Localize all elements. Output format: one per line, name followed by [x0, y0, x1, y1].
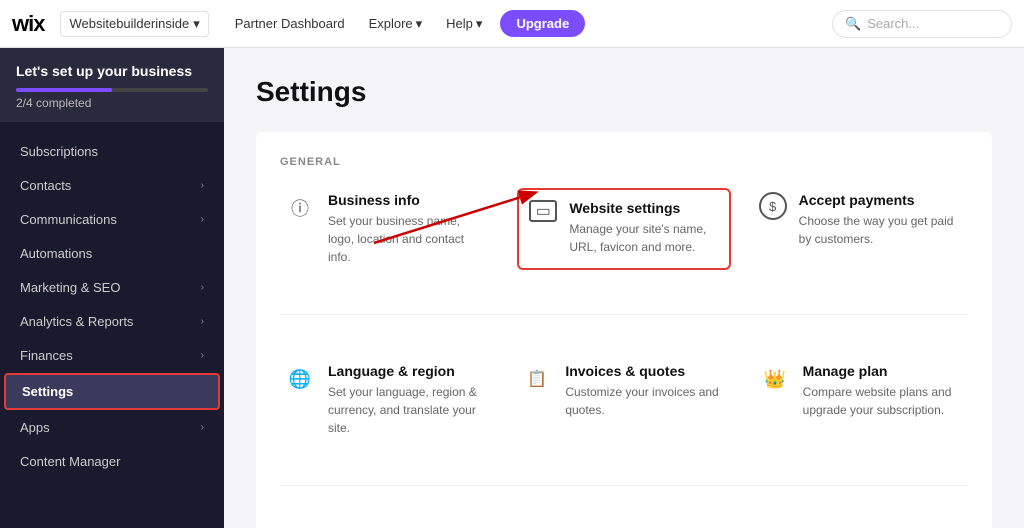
item-title: Invoices & quotes [565, 363, 726, 379]
chevron-right-icon: › [201, 316, 204, 327]
settings-item-business-info[interactable]: ⓘ Business info Set your business name, … [280, 188, 493, 270]
settings-item-manage-plan[interactable]: 👑 Manage plan Compare website plans and … [755, 359, 968, 441]
item-desc: Customize your invoices and quotes. [565, 383, 726, 419]
nav-links: Partner Dashboard Explore ▾ Help ▾ [225, 10, 493, 38]
search-icon: 🔍 [845, 16, 861, 32]
chevron-right-icon: › [201, 422, 204, 433]
item-title: Language & region [328, 363, 489, 379]
setup-title: Let's set up your business [16, 62, 208, 80]
chevron-right-icon: › [201, 282, 204, 293]
chevron-right-icon: › [201, 180, 204, 191]
settings-grid: ⓘ Business info Set your business name, … [280, 188, 968, 528]
setup-section[interactable]: Let's set up your business 2/4 completed [0, 48, 224, 122]
divider [280, 314, 968, 315]
sidebar: Let's set up your business 2/4 completed… [0, 48, 224, 528]
sidebar-item-automations[interactable]: Automations [4, 237, 220, 270]
item-desc: Set your language, region & currency, an… [328, 383, 489, 437]
sidebar-item-subscriptions[interactable]: Subscriptions [4, 135, 220, 168]
wix-logo: wix [12, 11, 44, 37]
sidebar-item-analytics-reports[interactable]: Analytics & Reports › [4, 305, 220, 338]
item-title: Business info [328, 192, 489, 208]
explore-chevron-icon: ▾ [416, 16, 423, 32]
payments-icon: $ [759, 192, 787, 220]
setup-count: 2/4 completed [16, 96, 208, 110]
top-navigation: wix Websitebuilderinside ▾ Partner Dashb… [0, 0, 1024, 48]
main-content: Settings GENERAL ⓘ Business info Set you… [224, 48, 1024, 528]
settings-card: GENERAL ⓘ Business info Set your busines… [256, 132, 992, 528]
sidebar-menu: Subscriptions Contacts › Communications … [0, 130, 224, 483]
divider-2 [280, 485, 968, 486]
explore-link[interactable]: Explore ▾ [359, 10, 433, 38]
setup-progress-bar [16, 88, 208, 92]
setup-progress-fill [16, 88, 112, 92]
sidebar-item-contacts[interactable]: Contacts › [4, 169, 220, 202]
page-title: Settings [256, 76, 992, 108]
item-desc: Choose the way you get paid by customers… [799, 212, 964, 248]
sidebar-item-communications[interactable]: Communications › [4, 203, 220, 236]
item-title: Manage plan [803, 363, 964, 379]
search-placeholder: Search... [867, 16, 919, 31]
globe-icon: 🌐 [284, 363, 316, 395]
item-desc: Set your business name, logo, location a… [328, 212, 489, 266]
site-selector[interactable]: Websitebuilderinside ▾ [60, 11, 208, 37]
item-title: Website settings [569, 200, 718, 216]
browser-icon: ▭ [529, 200, 557, 222]
chevron-right-icon: › [201, 214, 204, 225]
settings-item-language-region[interactable]: 🌐 Language & region Set your language, r… [280, 359, 493, 441]
sidebar-item-finances[interactable]: Finances › [4, 339, 220, 372]
invoice-icon: 📋 [521, 363, 553, 395]
site-name: Websitebuilderinside [69, 16, 189, 31]
chevron-right-icon: › [201, 350, 204, 361]
help-chevron-icon: ▾ [476, 16, 483, 32]
item-desc: Compare website plans and upgrade your s… [803, 383, 964, 419]
settings-item-invoices-quotes[interactable]: 📋 Invoices & quotes Customize your invoi… [517, 359, 730, 441]
sidebar-item-apps[interactable]: Apps › [4, 411, 220, 444]
upgrade-button[interactable]: Upgrade [500, 10, 585, 37]
sidebar-item-settings[interactable]: Settings [4, 373, 220, 410]
help-link[interactable]: Help ▾ [436, 10, 492, 38]
settings-item-accept-payments[interactable]: $ Accept payments Choose the way you get… [755, 188, 968, 270]
chevron-down-icon: ▾ [193, 16, 200, 32]
info-icon: ⓘ [284, 192, 316, 224]
item-desc: Manage your site's name, URL, favicon an… [569, 220, 718, 256]
crown-icon: 👑 [759, 363, 791, 395]
section-label: GENERAL [280, 156, 968, 168]
item-title: Accept payments [799, 192, 964, 208]
sidebar-item-marketing-seo[interactable]: Marketing & SEO › [4, 271, 220, 304]
sidebar-item-content-manager[interactable]: Content Manager [4, 445, 220, 478]
search-box[interactable]: 🔍 Search... [832, 10, 1012, 38]
settings-item-website-settings[interactable]: ▭ Website settings Manage your site's na… [517, 188, 730, 270]
partner-dashboard-link[interactable]: Partner Dashboard [225, 10, 355, 37]
